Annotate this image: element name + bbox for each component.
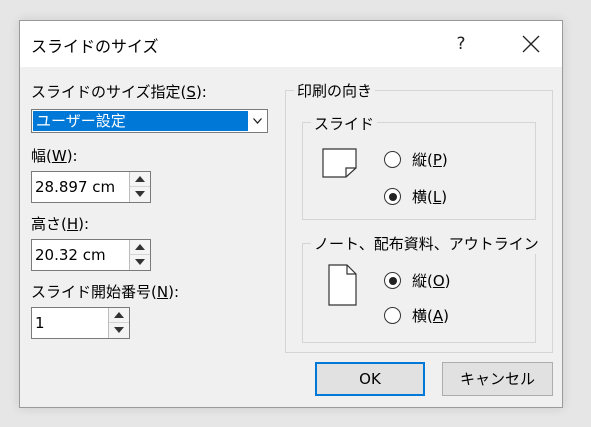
start-number-spin-buttons — [108, 308, 129, 338]
width-spin-buttons — [129, 172, 150, 202]
chevron-down-icon — [253, 118, 262, 124]
slide-landscape-icon — [322, 148, 357, 178]
slide-size-selected-value: ユーザー設定 — [33, 111, 248, 131]
cancel-button[interactable]: キャンセル — [442, 362, 553, 396]
radio-circle[interactable] — [384, 307, 401, 324]
width-input[interactable]: 28.897 cm — [35, 172, 127, 202]
height-input[interactable]: 20.32 cm — [35, 240, 127, 270]
arrow-down-icon — [135, 191, 145, 197]
start-number-increment-button[interactable] — [109, 308, 129, 323]
height-decrement-button[interactable] — [130, 255, 150, 270]
radio-circle[interactable] — [384, 272, 401, 289]
radio-circle[interactable] — [384, 151, 401, 168]
slide-size-label: スライドのサイズ指定(S): — [31, 83, 207, 101]
width-label: 幅(W): — [31, 147, 78, 165]
start-number-label: スライド開始番号(N): — [31, 283, 179, 301]
width-decrement-button[interactable] — [130, 187, 150, 202]
title-bar: スライドのサイズ ? — [20, 21, 562, 67]
height-label: 高さ(H): — [31, 215, 90, 233]
slide-size-select[interactable]: ユーザー設定 — [31, 109, 268, 133]
arrow-down-icon — [114, 327, 124, 333]
dialog-title: スライドのサイズ — [31, 37, 159, 56]
help-button[interactable]: ? — [438, 27, 484, 61]
notes-portrait-label: 縦(O) — [412, 272, 451, 290]
arrow-up-icon — [135, 244, 145, 250]
width-increment-button[interactable] — [130, 172, 150, 187]
notes-portrait-radio[interactable]: 縦(O) — [384, 270, 474, 292]
arrow-up-icon — [114, 312, 124, 318]
arrow-down-icon — [135, 259, 145, 265]
start-number-decrement-button[interactable] — [109, 323, 129, 338]
notes-landscape-radio[interactable]: 横(A) — [384, 305, 474, 327]
close-icon — [522, 35, 540, 53]
arrow-up-icon — [135, 176, 145, 182]
close-button[interactable] — [508, 27, 554, 61]
height-spin-buttons — [129, 240, 150, 270]
slide-portrait-label: 縦(P) — [412, 151, 448, 169]
radio-circle[interactable] — [384, 188, 401, 205]
radio-selected-dot — [388, 192, 397, 201]
notes-orientation-title: ノート、配布資料、アウトライン — [311, 233, 542, 254]
radio-selected-dot — [388, 276, 397, 285]
height-increment-button[interactable] — [130, 240, 150, 255]
ok-button[interactable]: OK — [315, 362, 425, 396]
notes-portrait-icon — [328, 264, 357, 306]
slide-portrait-radio[interactable]: 縦(P) — [384, 149, 474, 171]
slide-size-dropdown-button[interactable] — [249, 111, 266, 131]
start-number-input[interactable]: 1 — [35, 308, 105, 338]
slide-orientation-title: スライド — [311, 113, 378, 134]
slide-size-dialog: スライドのサイズ ? スライドのサイズ指定(S): ユーザー設定 幅(W): 2… — [19, 20, 563, 408]
width-stepper[interactable]: 28.897 cm — [31, 171, 151, 203]
slide-landscape-label: 横(L) — [412, 188, 448, 206]
orientation-group-title: 印刷の向き — [294, 80, 376, 101]
notes-landscape-label: 横(A) — [412, 307, 449, 325]
height-stepper[interactable]: 20.32 cm — [31, 239, 151, 271]
slide-landscape-radio[interactable]: 横(L) — [384, 186, 474, 208]
start-number-stepper[interactable]: 1 — [31, 307, 130, 339]
